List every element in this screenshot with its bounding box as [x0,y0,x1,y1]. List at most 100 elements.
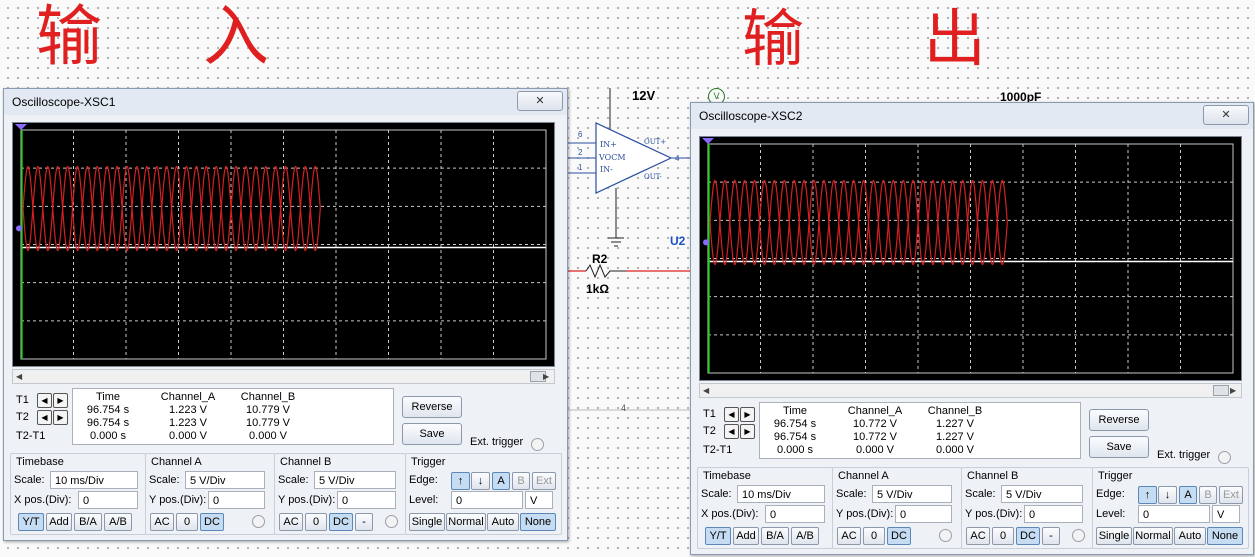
channel-b-ypos-label: Y pos.(Div): [278,494,336,506]
channel-a-scale-field[interactable]: 5 V/Div [872,485,952,503]
channel-b-scale-label: Scale: [278,474,309,486]
channel-b-ac-button[interactable]: AC [279,513,303,531]
t1-left-arrow-icon[interactable]: ◀ [37,393,52,408]
channel-b-zero-button[interactable]: 0 [992,527,1014,545]
t2-label: T2 [703,425,716,437]
channel-a-ypos-field[interactable]: 0 [895,505,952,523]
close-button[interactable]: ✕ [517,91,563,111]
add-button[interactable]: Add [46,513,72,531]
trigger-edge-label: Edge: [1096,488,1125,500]
channel-a-terminal[interactable] [252,515,265,528]
timebase-scale-field[interactable]: 10 ms/Div [50,471,138,489]
channel-b-terminal[interactable] [385,515,398,528]
channel-b-scale-label: Scale: [965,488,996,500]
reverse-button[interactable]: Reverse [1089,409,1149,431]
channel-a-zero-button[interactable]: 0 [176,513,198,531]
trigger-level-field[interactable]: 0 [1138,505,1210,523]
t2-left-arrow-icon[interactable]: ◀ [37,410,52,425]
t1-b: 10.779 V [245,404,291,416]
ext-trigger-terminal[interactable] [531,438,544,451]
add-button[interactable]: Add [733,527,759,545]
close-button[interactable]: ✕ [1203,105,1249,125]
oscilloscope-xsc2-window[interactable]: Oscilloscope-XSC2 ✕ ◀ ▶ T1 ◀ ▶ T2 ◀ ▶ T2… [690,102,1254,555]
rising-edge-icon[interactable]: ↑ [1138,486,1157,504]
scroll-right-icon[interactable]: ▶ [1230,384,1236,397]
channel-a-ypos-field[interactable]: 0 [208,491,265,509]
xpos-field[interactable]: 0 [78,491,138,509]
scope-screen[interactable] [699,136,1242,381]
trigger-a-button[interactable]: A [1179,486,1197,504]
timebase-scale-label: Scale: [701,488,732,500]
trigger-level-field[interactable]: 0 [451,491,523,509]
trigger-ext-button[interactable]: Ext [532,472,556,490]
save-button[interactable]: Save [1089,436,1149,458]
channel-b-ypos-label: Y pos.(Div): [965,508,1023,520]
channel-b-dc-button[interactable]: DC [1016,527,1040,545]
trigger-b-button[interactable]: B [1199,486,1217,504]
rising-edge-icon[interactable]: ↑ [451,472,470,490]
channel-b-scale-field[interactable]: 5 V/Div [1001,485,1083,503]
scope-screen[interactable] [12,122,555,367]
none-button[interactable]: None [520,513,556,531]
trigger-level-unit[interactable]: V [1212,505,1240,523]
none-button[interactable]: None [1207,527,1243,545]
ba-button[interactable]: B/A [74,513,102,531]
channel-b-minus-button[interactable]: - [1042,527,1060,545]
channel-a-dc-button[interactable]: DC [887,527,911,545]
trigger-ext-button[interactable]: Ext [1219,486,1243,504]
save-button[interactable]: Save [402,423,462,445]
screen-scrollbar[interactable]: ◀ ▶ [699,383,1242,398]
scroll-thumb[interactable] [1213,385,1229,396]
channel-b-ypos-field[interactable]: 0 [1024,505,1083,523]
channel-b-scale-field[interactable]: 5 V/Div [314,471,396,489]
hdr-channel-a: Channel_A [847,405,903,417]
falling-edge-icon[interactable]: ↓ [471,472,490,490]
channel-b-ypos-field[interactable]: 0 [337,491,396,509]
channel-a-zero-button[interactable]: 0 [863,527,885,545]
title-bar[interactable]: Oscilloscope-XSC2 ✕ [691,103,1253,129]
scroll-left-icon[interactable]: ◀ [16,370,22,383]
channel-a-group: Channel A Scale: 5 V/Div Y pos.(Div): 0 … [145,453,275,535]
trigger-a-button[interactable]: A [492,472,510,490]
trigger-level-unit[interactable]: V [525,491,553,509]
xpos-field[interactable]: 0 [765,505,825,523]
scroll-right-icon[interactable]: ▶ [543,370,549,383]
t2-left-arrow-icon[interactable]: ◀ [724,424,739,439]
auto-button[interactable]: Auto [487,513,519,531]
channel-a-scale-field[interactable]: 5 V/Div [185,471,265,489]
t1-left-arrow-icon[interactable]: ◀ [724,407,739,422]
scroll-left-icon[interactable]: ◀ [703,384,709,397]
channel-b-dc-button[interactable]: DC [329,513,353,531]
auto-button[interactable]: Auto [1174,527,1206,545]
channel-a-ac-button[interactable]: AC [837,527,861,545]
channel-b-zero-button[interactable]: 0 [305,513,327,531]
channel-a-dc-button[interactable]: DC [200,513,224,531]
ext-trigger-terminal[interactable] [1218,451,1231,464]
single-button[interactable]: Single [409,513,445,531]
single-button[interactable]: Single [1096,527,1132,545]
ab-button[interactable]: A/B [104,513,132,531]
title-bar[interactable]: Oscilloscope-XSC1 ✕ [4,89,567,115]
yt-button[interactable]: Y/T [705,527,731,545]
reverse-button[interactable]: Reverse [402,396,462,418]
window-title: Oscilloscope-XSC2 [699,109,803,123]
yt-button[interactable]: Y/T [18,513,44,531]
channel-b-ac-button[interactable]: AC [966,527,990,545]
channel-a-ac-button[interactable]: AC [150,513,174,531]
channel-b-minus-button[interactable]: - [355,513,373,531]
opamp-symbol[interactable] [566,78,690,423]
normal-button[interactable]: Normal [1133,527,1173,545]
t1-b: 1.227 V [936,418,974,430]
oscilloscope-xsc1-window[interactable]: Oscilloscope-XSC1 ✕ ◀ ▶ T1 ◀ ▶ T2 ◀ ▶ T2… [3,88,568,541]
channel-a-terminal[interactable] [939,529,952,542]
timebase-title: Timebase [703,470,751,482]
ab-button[interactable]: A/B [791,527,819,545]
ba-button[interactable]: B/A [761,527,789,545]
trigger-b-button[interactable]: B [512,472,530,490]
falling-edge-icon[interactable]: ↓ [1158,486,1177,504]
normal-button[interactable]: Normal [446,513,486,531]
timebase-scale-field[interactable]: 10 ms/Div [737,485,825,503]
opamp-out-plus: OUT+ [644,138,667,146]
screen-scrollbar[interactable]: ◀ ▶ [12,369,555,384]
channel-b-terminal[interactable] [1072,529,1085,542]
